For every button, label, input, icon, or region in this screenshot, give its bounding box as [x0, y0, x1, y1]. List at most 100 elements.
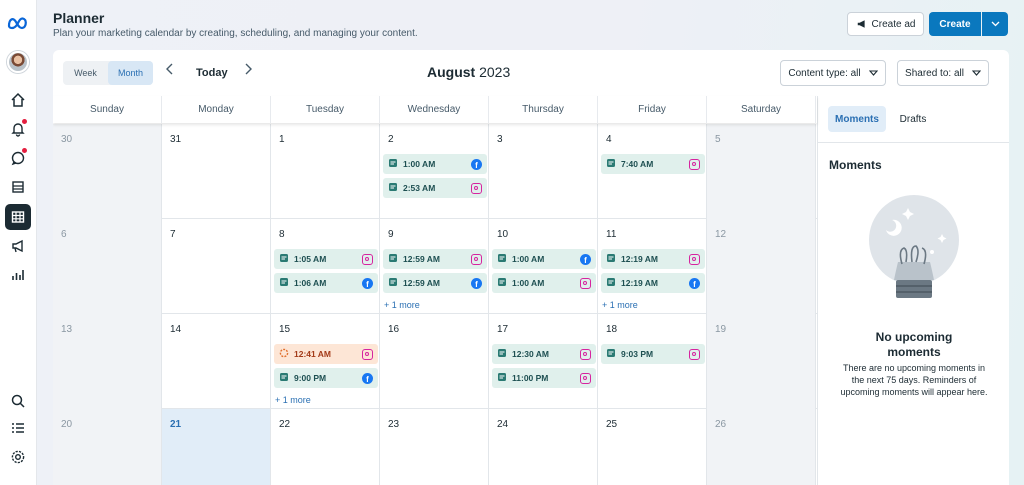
day-number: 19	[715, 324, 727, 335]
calendar-day-cell[interactable]: 19	[707, 314, 816, 409]
scheduled-status-icon	[388, 182, 398, 194]
all-tools-icon[interactable]	[5, 415, 31, 441]
notifications-icon[interactable]	[5, 116, 31, 142]
scheduled-post-chip[interactable]: 1:06 AM f	[274, 273, 378, 293]
calendar-day-cell[interactable]: 7	[162, 219, 271, 314]
ads-icon[interactable]	[5, 233, 31, 259]
calendar-day-cell[interactable]: 5	[707, 124, 816, 219]
scheduled-status-icon	[279, 372, 289, 384]
day-number: 24	[497, 419, 509, 430]
inbox-icon[interactable]	[5, 145, 31, 171]
scheduled-post-chip[interactable]: 2:53 AM	[383, 178, 487, 198]
calendar-day-cell[interactable]: 21	[162, 409, 271, 485]
calendar-day-cell[interactable]: 11 12:19 AM 12:19 AM f + 1 more	[598, 219, 707, 314]
day-number: 6	[61, 229, 67, 240]
calendar-day-cell[interactable]: 25	[598, 409, 707, 485]
scheduled-post-chip[interactable]: 1:00 AM	[492, 273, 596, 293]
scheduled-status-icon	[497, 253, 507, 265]
calendar-day-cell[interactable]: 6	[53, 219, 162, 314]
shared-to-filter[interactable]: Shared to: all	[897, 60, 989, 86]
lightbulb-illustration-icon	[869, 195, 959, 298]
calendar-day-cell[interactable]: 26	[707, 409, 816, 485]
day-number: 15	[279, 324, 291, 335]
scheduled-post-chip[interactable]: 12:19 AM f	[601, 273, 705, 293]
tab-drafts[interactable]: Drafts	[892, 106, 934, 132]
post-time: 9:00 PM	[294, 373, 327, 383]
calendar-day-cell[interactable]: 8 1:05 AM 1:06 AM f	[271, 219, 380, 314]
account-avatar-button[interactable]	[5, 49, 31, 75]
calendar-day-cell[interactable]: 15 12:41 AM 9:00 PM f + 1 more	[271, 314, 380, 409]
day-number: 25	[606, 419, 618, 430]
calendar-day-cell[interactable]: 3	[489, 124, 598, 219]
scheduled-status-icon	[279, 253, 289, 265]
calendar-day-cell[interactable]: 13	[53, 314, 162, 409]
calendar-day-cell[interactable]: 10 1:00 AM f 1:00 AM	[489, 219, 598, 314]
create-ad-button[interactable]: Create ad	[847, 12, 924, 36]
day-number: 13	[61, 324, 73, 335]
facebook-icon: f	[580, 253, 591, 265]
calendar-day-cell[interactable]: 30	[53, 124, 162, 219]
scheduled-post-chip[interactable]: 12:19 AM	[601, 249, 705, 269]
instagram-icon	[689, 348, 700, 360]
day-number: 4	[606, 134, 612, 145]
scheduled-post-chip[interactable]: 12:59 AM	[383, 249, 487, 269]
planner-icon[interactable]	[5, 204, 31, 230]
home-icon[interactable]	[5, 87, 31, 113]
weekday-label: Thursday	[489, 96, 598, 123]
scheduled-post-chip[interactable]: 12:59 AM f	[383, 273, 487, 293]
create-button[interactable]: Create	[929, 12, 981, 36]
calendar-day-cell[interactable]: 12	[707, 219, 816, 314]
weekday-label: Saturday	[707, 96, 816, 123]
create-dropdown-button[interactable]	[982, 12, 1008, 36]
scheduled-post-chip[interactable]: 1:00 AM f	[492, 249, 596, 269]
scheduled-post-chip[interactable]: 1:05 AM	[274, 249, 378, 269]
calendar-day-cell[interactable]: 20	[53, 409, 162, 485]
meta-logo-icon[interactable]	[5, 10, 31, 36]
scheduled-post-chip[interactable]: 1:00 AM f	[383, 154, 487, 174]
scheduled-post-chip[interactable]: 9:03 PM	[601, 344, 705, 364]
insights-icon[interactable]	[5, 262, 31, 288]
more-posts-link[interactable]: + 1 more	[602, 300, 638, 310]
calendar-day-cell[interactable]: 22	[271, 409, 380, 485]
today-button[interactable]: Today	[196, 67, 228, 79]
scheduled-post-chip[interactable]: 12:30 AM	[492, 344, 596, 364]
tab-moments[interactable]: Moments	[828, 106, 886, 132]
calendar-day-cell[interactable]: 4 7:40 AM	[598, 124, 707, 219]
view-week-button[interactable]: Week	[63, 61, 108, 85]
inbox-badge	[22, 148, 27, 153]
scheduled-post-chip[interactable]: 9:00 PM f	[274, 368, 378, 388]
settings-icon[interactable]	[5, 444, 31, 470]
scheduled-status-icon	[606, 158, 616, 170]
next-month-button[interactable]	[243, 62, 253, 78]
calendar-day-cell[interactable]: 1	[271, 124, 380, 219]
search-icon[interactable]	[5, 388, 31, 414]
calendar-day-cell[interactable]: 16	[380, 314, 489, 409]
view-month-button[interactable]: Month	[108, 61, 153, 85]
day-number: 8	[279, 229, 285, 240]
scheduled-post-chip[interactable]: 12:41 AM	[274, 344, 378, 364]
calendar-day-cell[interactable]: 31	[162, 124, 271, 219]
calendar-week-row: 6 7 8 1:05 AM 1:06 AM f 9 12:59 AM 12:59 AM f + 1 …	[53, 219, 817, 314]
more-posts-link[interactable]: + 1 more	[275, 395, 311, 405]
scheduled-post-chip[interactable]: 7:40 AM	[601, 154, 705, 174]
scheduled-post-chip[interactable]: 11:00 PM	[492, 368, 596, 388]
content-type-filter[interactable]: Content type: all	[780, 60, 886, 86]
scheduled-status-icon	[497, 348, 507, 360]
post-time: 12:19 AM	[621, 254, 659, 264]
more-posts-link[interactable]: + 1 more	[384, 300, 420, 310]
calendar-day-cell[interactable]: 18 9:03 PM	[598, 314, 707, 409]
content-icon[interactable]	[5, 174, 31, 200]
day-number: 30	[61, 134, 73, 145]
calendar-day-cell[interactable]: 24	[489, 409, 598, 485]
calendar-day-cell[interactable]: 2 1:00 AM f 2:53 AM	[380, 124, 489, 219]
calendar-day-cell[interactable]: 17 12:30 AM 11:00 PM	[489, 314, 598, 409]
calendar-day-cell[interactable]: 9 12:59 AM 12:59 AM f + 1 more	[380, 219, 489, 314]
triangle-down-icon	[868, 70, 878, 76]
calendar-day-cell[interactable]: 14	[162, 314, 271, 409]
day-number: 22	[279, 419, 291, 430]
previous-month-button[interactable]	[165, 62, 175, 78]
post-time: 12:59 AM	[403, 254, 441, 264]
calendar-day-cell[interactable]: 23	[380, 409, 489, 485]
left-nav-rail	[0, 0, 37, 485]
scheduled-status-icon	[388, 158, 398, 170]
